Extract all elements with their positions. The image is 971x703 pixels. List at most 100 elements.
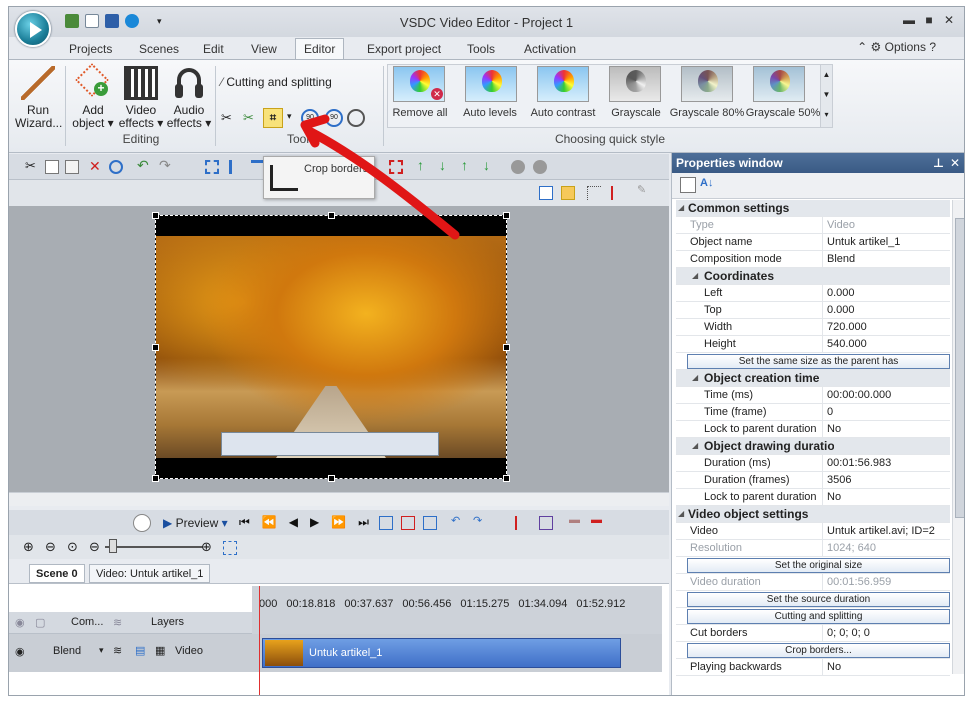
undo-icon[interactable]: ↶ [137, 157, 151, 173]
property-row[interactable]: Time (ms) 00:00:00.000 [676, 387, 950, 404]
pin-icon[interactable]: ⊥ [933, 153, 944, 173]
property-row[interactable]: Composition mode Blend [676, 251, 950, 268]
tab-scenes[interactable]: Scenes [131, 40, 187, 59]
rotate-right-icon[interactable]: 90 [325, 109, 343, 127]
pen-icon[interactable]: ✎ [637, 183, 651, 197]
shape-icon[interactable] [511, 160, 525, 174]
zoom-minus-icon[interactable]: ⊖ [89, 539, 103, 554]
scissors-icon[interactable]: ✂ [221, 110, 235, 125]
clock-icon[interactable] [133, 514, 151, 532]
zoom-reset-icon[interactable]: ⊙ [67, 539, 81, 554]
tab-edit[interactable]: Edit [195, 40, 232, 59]
collapse-icon[interactable]: ◢ [692, 268, 698, 284]
playhead[interactable] [259, 586, 260, 695]
property-row[interactable]: Duration (frames) 3506 [676, 472, 950, 489]
tab-activation[interactable]: Activation [516, 40, 584, 59]
settings-icon[interactable] [347, 109, 365, 127]
crop-icon[interactable]: ⌗ [263, 108, 283, 128]
select-icon[interactable] [205, 160, 219, 174]
grid-icon[interactable] [539, 186, 553, 200]
property-row[interactable]: Lock to parent duration No [676, 421, 950, 438]
resize-handle-ne[interactable] [503, 212, 510, 219]
property-value[interactable]: 3506 [822, 472, 950, 488]
maximize-button[interactable]: ■ [920, 12, 938, 28]
style-grayscale[interactable] [609, 66, 661, 102]
audio-wave-icon[interactable]: ≋ [113, 644, 122, 657]
paste-icon[interactable] [65, 160, 79, 174]
style-remove-all[interactable]: ✕ [393, 66, 445, 102]
property-value[interactable]: 720.000 [822, 319, 950, 335]
mark-range-icon[interactable] [423, 516, 437, 530]
preview-area[interactable] [9, 206, 669, 506]
property-button-label[interactable]: Crop borders... [687, 643, 950, 658]
magnet-icon[interactable] [561, 186, 575, 200]
crop-dropdown-icon[interactable]: ▾ [287, 111, 301, 125]
fit-icon[interactable] [223, 541, 237, 555]
property-row[interactable]: Object name Untuk artikel_1 [676, 234, 950, 251]
property-value[interactable]: 0 [822, 404, 950, 420]
property-value[interactable]: 0; 0; 0; 0 [822, 625, 950, 641]
delete-icon[interactable]: ✕ [89, 158, 103, 174]
property-value[interactable]: 540.000 [822, 336, 950, 352]
marker-icon[interactable] [611, 186, 625, 200]
property-button[interactable]: Cutting and splitting [676, 608, 950, 625]
property-row[interactable]: Height 540.000 [676, 336, 950, 353]
property-section[interactable]: ◢ Object drawing duration [676, 438, 950, 455]
audio-effects-button[interactable]: Audio effects ▾ [165, 66, 213, 130]
property-row[interactable]: Time (frame) 0 [676, 404, 950, 421]
split-range-icon[interactable] [539, 516, 553, 530]
marker-left-icon[interactable]: ▬ [569, 514, 583, 528]
lock-icon[interactable]: ▢ [35, 616, 45, 629]
property-row[interactable]: Top 0.000 [676, 302, 950, 319]
property-value[interactable]: 0.000 [822, 285, 950, 301]
resize-handle-sw[interactable] [152, 475, 159, 482]
tab-projects[interactable]: Projects [61, 40, 120, 59]
video-effects-button[interactable]: Video effects ▾ [117, 66, 165, 130]
property-value[interactable]: No [822, 659, 950, 675]
style-auto-levels[interactable] [465, 66, 517, 102]
run-wizard-button[interactable]: Run Wizard... [15, 66, 62, 130]
preview-button[interactable]: ▶ Preview ▾ [163, 516, 228, 530]
split-icon[interactable] [515, 516, 529, 530]
select-all-icon[interactable] [389, 160, 403, 174]
property-button[interactable]: Set the source duration [676, 591, 950, 608]
property-value[interactable]: No [822, 489, 950, 505]
property-value[interactable]: 00:00:00.000 [822, 387, 950, 403]
resize-handle-s[interactable] [328, 475, 335, 482]
property-row[interactable]: Video Untuk artikel.avi; ID=2 [676, 523, 950, 540]
circle-icon[interactable] [109, 160, 123, 174]
resize-handle-n[interactable] [328, 212, 335, 219]
video-clip[interactable]: Untuk artikel_1 [262, 638, 621, 668]
property-row[interactable]: Lock to parent duration No [676, 489, 950, 506]
zoom-slider-thumb[interactable] [109, 539, 117, 553]
zoom-in-icon[interactable]: ⊕ [23, 539, 37, 554]
gallery-scroll[interactable]: ▲ ▼ ▾ [820, 65, 832, 127]
property-value[interactable]: 0.000 [822, 302, 950, 318]
tab-view[interactable]: View [243, 40, 285, 59]
eye-icon[interactable]: ◉ [15, 616, 25, 629]
options-button[interactable]: ⌃ ⚙ Options ? [857, 40, 936, 54]
resize-handle-nw[interactable] [152, 212, 159, 219]
transport-controls[interactable]: ⏮⏪◀▶⏩⏭ [239, 515, 381, 530]
property-button[interactable]: Set the original size [676, 557, 950, 574]
property-value[interactable]: Blend [822, 251, 950, 267]
mark-out-icon[interactable] [401, 516, 415, 530]
trim-icon[interactable]: ✂ [243, 110, 257, 125]
property-button-label[interactable]: Set the original size [687, 558, 950, 573]
property-row[interactable]: Playing backwards No [676, 659, 950, 676]
tab-export-project[interactable]: Export project [359, 40, 449, 59]
guides-icon[interactable] [587, 186, 601, 200]
time-ruler[interactable]: 000 00:18.818 00:37.637 00:56.456 01:15.… [252, 586, 662, 634]
tab-editor[interactable]: Editor [295, 38, 345, 60]
cut-icon[interactable]: ✂ [25, 158, 39, 173]
property-section[interactable]: ◢ Video object settings [676, 506, 950, 523]
property-value[interactable]: Untuk artikel_1 [822, 234, 950, 250]
move-up-icon[interactable]: ↑ [417, 157, 431, 173]
property-value[interactable]: Untuk artikel.avi; ID=2 [822, 523, 950, 539]
help-icon[interactable]: ? [929, 40, 936, 54]
property-button-label[interactable]: Cutting and splitting [687, 609, 950, 624]
blend-mode-select[interactable]: Blend [53, 645, 81, 657]
send-back-icon[interactable]: ↓ [483, 157, 497, 173]
move-down-icon[interactable]: ↓ [439, 157, 453, 173]
property-row[interactable]: Left 0.000 [676, 285, 950, 302]
